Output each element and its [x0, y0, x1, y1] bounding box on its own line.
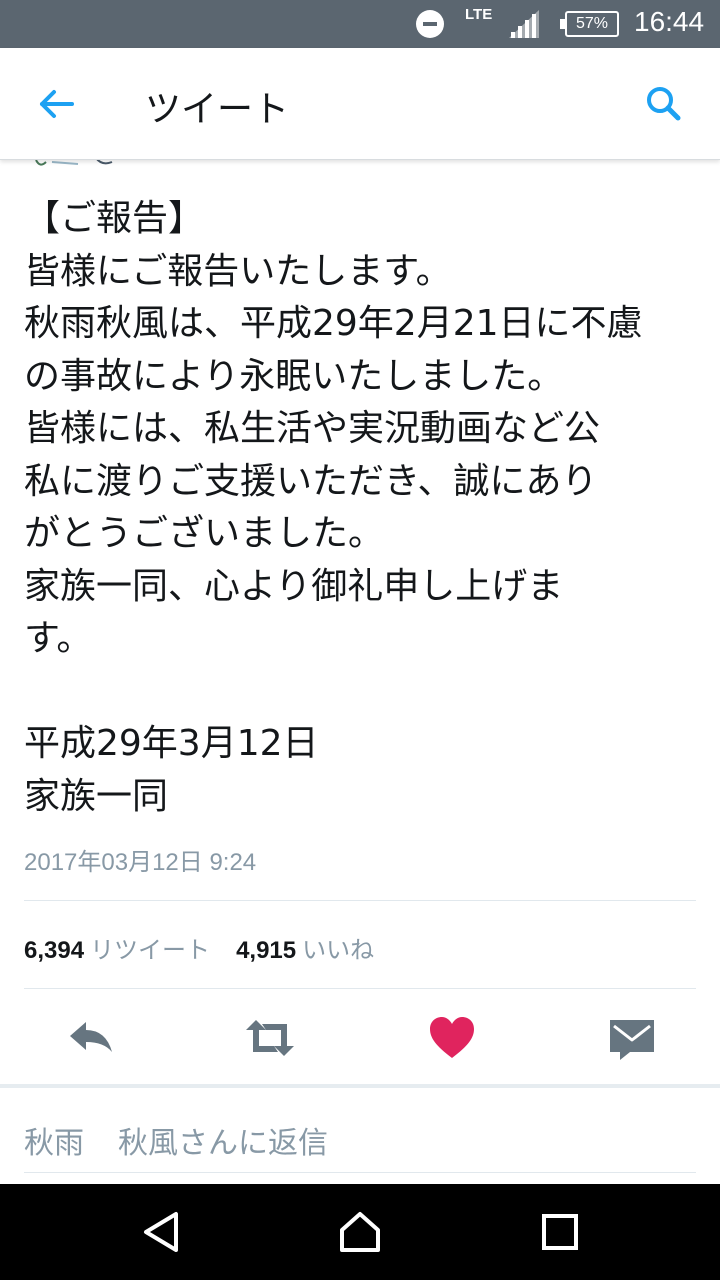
search-icon[interactable]: [638, 78, 690, 130]
heart-icon[interactable]: [426, 1014, 478, 1062]
divider: [24, 988, 696, 989]
signature-date: 平成29年3月12日: [24, 723, 319, 764]
retweet-icon[interactable]: [244, 1014, 296, 1062]
retweet-label[interactable]: リツイート: [90, 936, 210, 964]
tweet-timestamp: 2017年03月12日 9:24: [24, 849, 257, 876]
home-icon[interactable]: [336, 1208, 384, 1256]
tweet-line: 家族一同、心より御礼申し上げま: [24, 565, 564, 607]
like-count[interactable]: 4,915: [236, 937, 296, 964]
reply-input[interactable]: 秋雨 秋風さんに返信: [24, 1118, 362, 1162]
retweet-count[interactable]: 6,394: [24, 937, 84, 964]
tweet-text: 【ご報告】 皆様にご報告いたします。 秋雨秋風は、平成29年2月21日に不慮 の…: [24, 193, 704, 823]
app-header: ツイート: [0, 48, 720, 160]
reply-underline: [24, 1172, 696, 1173]
page-title: ツイート: [145, 89, 290, 130]
tweet-line: す。: [24, 618, 93, 659]
divider: [24, 900, 696, 901]
arrow-left-icon[interactable]: [30, 80, 82, 128]
tweet-line: 皆様にご報告いたします。: [24, 250, 452, 292]
clock: 16:44: [634, 6, 705, 37]
recents-icon[interactable]: [536, 1208, 584, 1256]
tweet-stats: 6,394 リツイート 4,915 いいね: [24, 930, 374, 965]
system-nav-bar: [0, 1184, 720, 1280]
signal-icon: [509, 10, 539, 38]
reply-placeholder: 秋風さんに返信: [118, 1126, 328, 1161]
status-bar: LTE 57% 16:44: [0, 0, 720, 48]
battery-icon: 57%: [560, 11, 619, 37]
tweet-line: 【ご報告】: [24, 198, 205, 239]
like-label[interactable]: いいね: [302, 936, 374, 964]
do-not-disturb-icon: [416, 10, 444, 38]
signature-name: 家族一同: [24, 775, 169, 817]
network-type: LTE: [465, 6, 493, 23]
envelope-icon[interactable]: [606, 1014, 658, 1062]
tweet-line: の事故により永眠いたしました。: [24, 355, 564, 397]
reply-icon[interactable]: [66, 1014, 118, 1062]
tweet-line: がとうございました。: [24, 513, 385, 554]
section-divider: [0, 1084, 720, 1088]
reply-name-first: 秋雨: [24, 1126, 84, 1161]
tweet-line: 私に渡りご支援いただき、誠にあり: [24, 460, 598, 502]
tweet-line: 皆様には、私生活や実況動画など公: [24, 408, 601, 449]
tweet-line: 秋雨秋風は、平成29年2月21日に不慮: [24, 303, 643, 344]
back-triangle-icon[interactable]: [138, 1208, 186, 1256]
